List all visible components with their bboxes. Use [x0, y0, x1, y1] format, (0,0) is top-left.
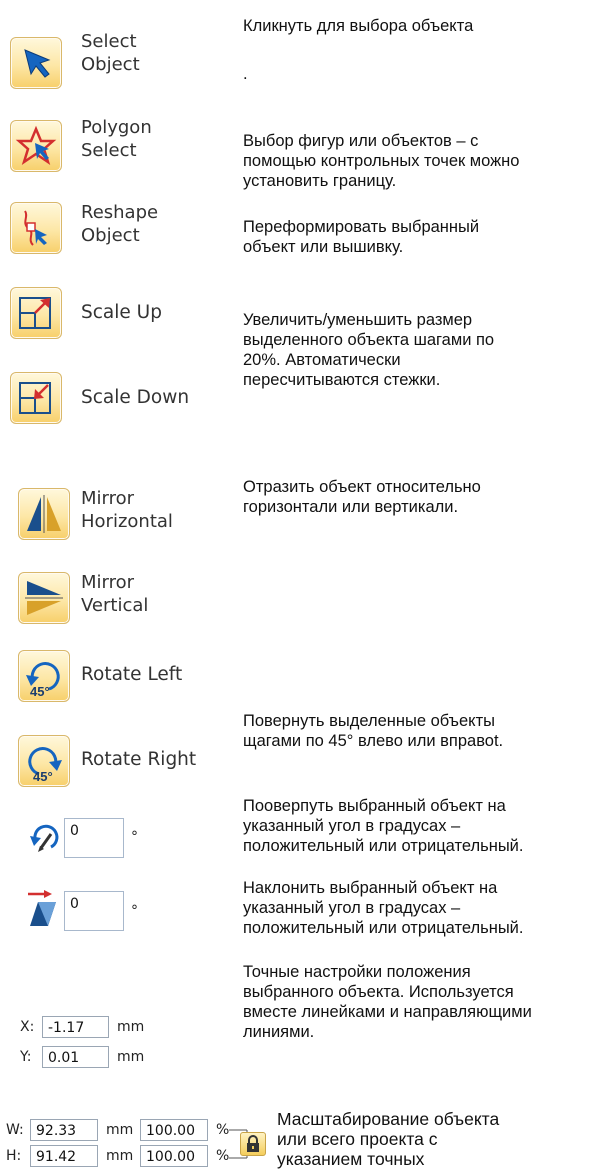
skew-angle-unit: ° — [131, 903, 138, 919]
width-unit: mm — [106, 1122, 134, 1138]
select-object-label: Select Object — [81, 31, 140, 75]
reshape-description: Переформировать выбранный объект или выш… — [243, 218, 480, 256]
scale-up-button[interactable] — [10, 287, 62, 339]
rotate-angle-icon — [30, 824, 59, 852]
skew-angle-input[interactable]: 0 — [64, 891, 124, 931]
y-unit: mm — [117, 1049, 145, 1065]
polygon-select-label: Polygon Select — [81, 117, 152, 161]
skew-icon — [28, 890, 56, 926]
reshape-object-button[interactable] — [10, 202, 62, 254]
select-description: Кликнуть для выбора объекта — [243, 17, 474, 35]
mirror-vertical-button[interactable] — [18, 572, 70, 624]
rotate-right-label: Rotate Right — [81, 749, 197, 770]
mirror-horizontal-button[interactable] — [18, 488, 70, 540]
lock-proportions-button[interactable] — [240, 1132, 266, 1156]
height-unit: mm — [106, 1148, 134, 1164]
x-unit: mm — [117, 1019, 145, 1035]
mirror-horizontal-icon — [27, 495, 61, 533]
rotate-angle-input[interactable]: 0 — [64, 818, 124, 858]
mirror-description: Отразить объект относительно горизонтали… — [243, 478, 481, 516]
rotate-left-badge: 45° — [30, 684, 50, 699]
x-label: X: — [20, 1019, 35, 1035]
select-arrow-icon — [24, 49, 51, 78]
rotate-left-button[interactable]: 45° — [18, 650, 70, 702]
scale-description: Увеличить/уменьшить размер выделенного о… — [243, 311, 495, 389]
rotate-right-45-icon: 45° — [28, 747, 62, 784]
rotate-angle-unit: ° — [131, 829, 138, 845]
rotate-left-label: Rotate Left — [81, 664, 183, 685]
rotate-angle-value: 0 — [70, 823, 79, 839]
scale-down-label: Scale Down — [81, 387, 190, 408]
scale-down-button[interactable] — [10, 372, 62, 424]
size-description: Масштабирование объекта или всего проект… — [277, 1109, 500, 1169]
polygon-select-button[interactable] — [10, 120, 62, 172]
select-description-dot: . — [243, 65, 248, 83]
lock-icon — [247, 1135, 259, 1152]
rotate45-description: Повернуть выделенные объекты щагами по 4… — [243, 712, 504, 750]
reshape-icon — [24, 210, 47, 246]
h-label: H: — [6, 1148, 22, 1164]
mirror-vertical-icon — [25, 581, 63, 615]
polygon-description: Выбор фигур или объектов – с помощью кон… — [243, 132, 520, 190]
mirror-horizontal-label: Mirror Horizontal — [81, 488, 173, 532]
mirror-vertical-label: Mirror Vertical — [81, 572, 149, 616]
w-label: W: — [6, 1122, 24, 1138]
skew-description: Наклонить выбранный объект на указанный … — [243, 879, 524, 937]
width-field[interactable]: 92.33 — [30, 1119, 98, 1141]
width-percent-field[interactable]: 100.00 — [140, 1119, 208, 1141]
skew-angle-value: 0 — [70, 896, 79, 912]
y-position-field[interactable]: 0.01 — [42, 1046, 109, 1068]
x-position-field[interactable]: -1.17 — [42, 1016, 109, 1038]
select-object-button[interactable] — [10, 37, 62, 89]
rotate-right-button[interactable]: 45° — [18, 735, 70, 787]
rotate-left-45-icon: 45° — [26, 662, 60, 699]
y-label: Y: — [20, 1049, 32, 1065]
rotate-right-badge: 45° — [33, 769, 53, 784]
polygon-select-icon — [15, 125, 57, 165]
scale-down-icon — [19, 382, 51, 414]
scale-up-icon — [19, 297, 51, 329]
height-percent-field[interactable]: 100.00 — [140, 1145, 208, 1167]
rotate-angle-description: Пооверпуть выбранный объект на указанный… — [243, 797, 524, 855]
height-field[interactable]: 91.42 — [30, 1145, 98, 1167]
scale-up-label: Scale Up — [81, 302, 162, 323]
position-description: Точные настройки положения выбранного об… — [243, 963, 532, 1041]
reshape-object-label: Reshape Object — [81, 202, 159, 246]
